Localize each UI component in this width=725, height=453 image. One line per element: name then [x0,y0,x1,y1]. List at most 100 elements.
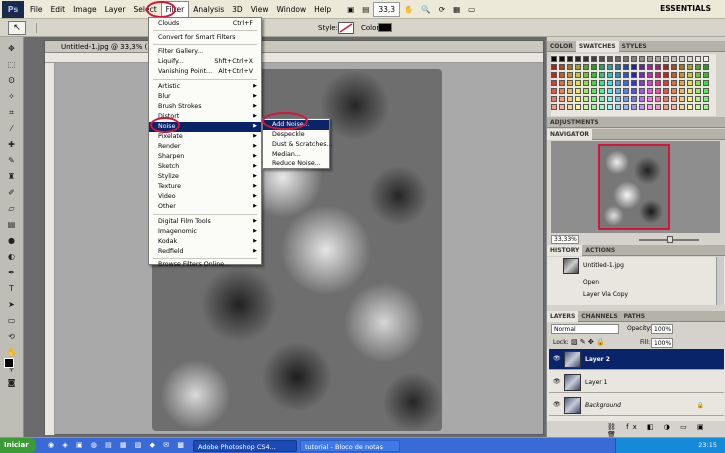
menu-view[interactable]: View [247,0,273,19]
swatch[interactable] [647,80,653,86]
menu-item-vanishing-point[interactable]: Vanishing Point... Alt+Ctrl+V [149,67,261,77]
swatch[interactable] [703,80,709,86]
swatch[interactable] [623,56,629,62]
swatch[interactable] [631,56,637,62]
swatch[interactable] [559,80,565,86]
visibility-eye-icon[interactable]: 👁 [553,401,561,409]
quick-mask-icon[interactable]: ◙ [5,377,18,389]
swatch[interactable] [559,88,565,94]
swatch[interactable] [695,64,701,70]
blur-tool-icon[interactable]: ● [5,235,18,247]
swatch[interactable] [615,104,621,110]
tab-color[interactable]: COLOR [547,41,576,52]
swatch[interactable] [551,104,557,110]
swatch[interactable] [607,80,613,86]
swatch[interactable] [567,64,573,70]
swatch[interactable] [599,72,605,78]
swatch[interactable] [591,88,597,94]
visibility-eye-icon[interactable]: 👁 [553,378,561,386]
swatch[interactable] [623,64,629,70]
task-notepad[interactable]: tutorial - Bloco de notas [300,440,400,452]
swatch[interactable] [567,96,573,102]
crop-tool-icon[interactable]: ⌗ [5,107,18,119]
swatch[interactable] [663,104,669,110]
tool-preset-icon[interactable]: ↖ [8,21,26,35]
swatch[interactable] [575,88,581,94]
swatch[interactable] [679,88,685,94]
swatch[interactable] [631,80,637,86]
swatch[interactable] [663,64,669,70]
swatch[interactable] [671,64,677,70]
menu-item-blur[interactable]: Blur ▶ [149,92,261,102]
menu-item-liquify[interactable]: Liquify... Shft+Ctrl+X [149,57,261,67]
swatch[interactable] [703,56,709,62]
menu-analysis[interactable]: Analysis [189,0,228,19]
history-scrollbar[interactable] [716,257,724,305]
swatch[interactable] [679,96,685,102]
pen-tool-icon[interactable]: ✒ [5,267,18,279]
swatch[interactable] [583,88,589,94]
hand-tool-icon[interactable]: ✋ [400,0,417,19]
menu-item-sketch[interactable]: Sketch ▶ [149,162,261,172]
swatch[interactable] [655,80,661,86]
swatch[interactable] [623,104,629,110]
menu-item-despeckle[interactable]: Despeckle [263,130,329,140]
3d-rotate-tool-icon[interactable]: ⟲ [5,331,18,343]
menu-item-video[interactable]: Video ▶ [149,192,261,202]
menu-item-brush-strokes[interactable]: Brush Strokes ▶ [149,102,261,112]
swatch[interactable] [687,96,693,102]
swatch[interactable] [663,88,669,94]
swatch[interactable] [687,80,693,86]
swatch[interactable] [663,80,669,86]
swatch[interactable] [655,96,661,102]
menu-help[interactable]: Help [310,0,335,19]
swatch[interactable] [695,56,701,62]
swatch[interactable] [607,72,613,78]
menu-item-convert-smart-filters[interactable]: Convert for Smart Filters [149,33,261,43]
swatch[interactable] [575,96,581,102]
healing-brush-tool-icon[interactable]: ✚ [5,139,18,151]
tab-navigator[interactable]: NAVIGATOR [547,129,593,140]
zoom-level[interactable]: 33,3 [373,1,401,17]
swatch[interactable] [647,56,653,62]
swatch[interactable] [575,72,581,78]
clone-stamp-tool-icon[interactable]: ♜ [5,171,18,183]
workspace-switcher[interactable]: ESSENTIALS [660,4,711,13]
move-tool-icon[interactable]: ✥ [5,43,18,55]
swatch[interactable] [671,56,677,62]
swatch[interactable] [655,104,661,110]
swatch[interactable] [623,72,629,78]
marquee-tool-icon[interactable]: ⬚ [5,59,18,71]
swatch[interactable] [663,72,669,78]
history-brush-tool-icon[interactable]: ✐ [5,187,18,199]
eraser-tool-icon[interactable]: ▱ [5,203,18,215]
screen-mode-icon[interactable]: ▭ [464,0,479,19]
swatch[interactable] [671,80,677,86]
menu-file[interactable]: File [26,0,47,19]
path-selection-tool-icon[interactable]: ➤ [5,299,18,311]
layer-row[interactable]: 👁 Layer 1 [549,372,724,393]
swatch[interactable] [631,64,637,70]
menu-item-kodak[interactable]: Kodak ▶ [149,237,261,247]
history-item[interactable]: Open [549,277,714,289]
swatch[interactable] [639,96,645,102]
swatch[interactable] [655,72,661,78]
gradient-tool-icon[interactable]: ▤ [5,219,18,231]
swatch[interactable] [671,96,677,102]
swatch[interactable] [663,56,669,62]
swatch[interactable] [599,96,605,102]
menu-window[interactable]: Window [273,0,311,19]
menu-item-reduce-noise[interactable]: Reduce Noise... [263,159,329,169]
swatch[interactable] [679,72,685,78]
swatch[interactable] [615,80,621,86]
menu-item-browse-filters-online[interactable]: Browse Filters Online... [149,255,261,268]
menu-item-texture[interactable]: Texture ▶ [149,182,261,192]
swatch[interactable] [671,72,677,78]
style-picker[interactable] [338,22,354,34]
swatch[interactable] [575,80,581,86]
layer-row[interactable]: 👁 Background 🔒 [549,395,724,416]
swatch[interactable] [655,88,661,94]
swatch[interactable] [583,72,589,78]
start-button[interactable]: Iniciar [0,438,36,453]
swatch[interactable] [559,96,565,102]
